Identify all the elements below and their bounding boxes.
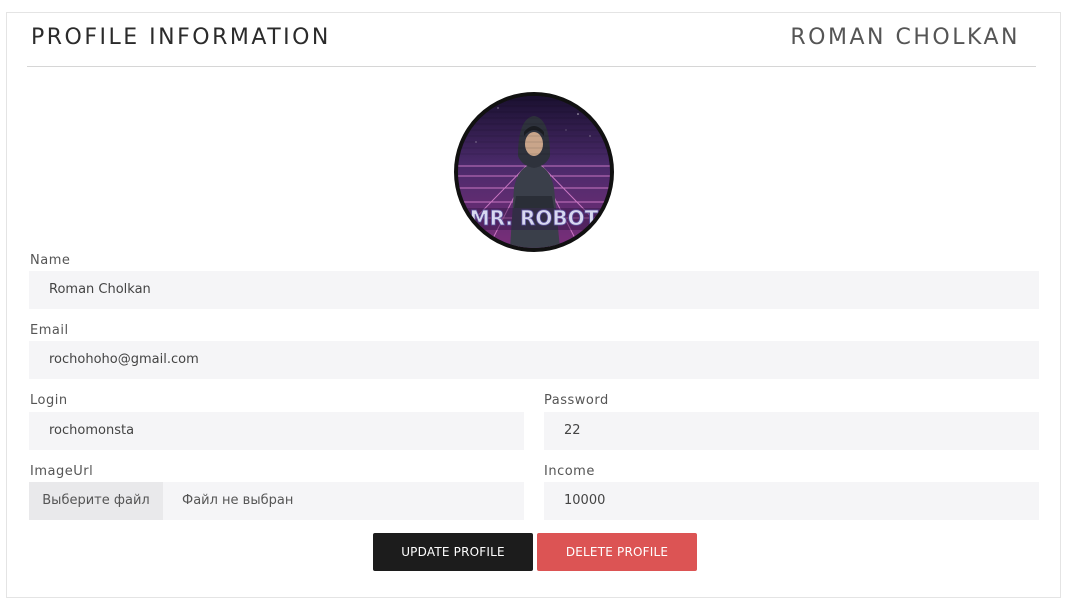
page-title: PROFILE INFORMATION bbox=[31, 25, 331, 50]
income-label: Income bbox=[544, 464, 595, 479]
file-status-text: Файл не выбран bbox=[182, 493, 294, 508]
login-input[interactable]: rochomonsta bbox=[29, 412, 524, 450]
choose-file-button[interactable]: Выберите файл bbox=[29, 482, 163, 520]
password-input[interactable]: 22 bbox=[544, 412, 1039, 450]
image-url-label: ImageUrl bbox=[30, 464, 94, 479]
avatar: MR. ROBOT bbox=[454, 92, 614, 252]
delete-profile-button[interactable]: DELETE PROFILE bbox=[537, 533, 697, 571]
email-label: Email bbox=[30, 323, 69, 338]
update-profile-button[interactable]: UPDATE PROFILE bbox=[373, 533, 533, 571]
avatar-image: MR. ROBOT bbox=[458, 96, 610, 248]
user-name-heading: ROMAN CHOLKAN bbox=[790, 25, 1020, 50]
income-input[interactable]: 10000 bbox=[544, 482, 1039, 520]
login-label: Login bbox=[30, 393, 68, 408]
name-label: Name bbox=[30, 253, 71, 268]
profile-card: PROFILE INFORMATION ROMAN CHOLKAN MR. RO… bbox=[6, 12, 1061, 598]
avatar-caption: MR. ROBOT bbox=[470, 206, 599, 230]
profile-header: PROFILE INFORMATION ROMAN CHOLKAN bbox=[27, 13, 1036, 67]
image-url-file-input[interactable]: Выберите файл Файл не выбран bbox=[29, 482, 524, 520]
password-label: Password bbox=[544, 393, 609, 408]
email-input[interactable]: rochohoho@gmail.com bbox=[29, 341, 1039, 379]
name-input[interactable]: Roman Cholkan bbox=[29, 271, 1039, 309]
